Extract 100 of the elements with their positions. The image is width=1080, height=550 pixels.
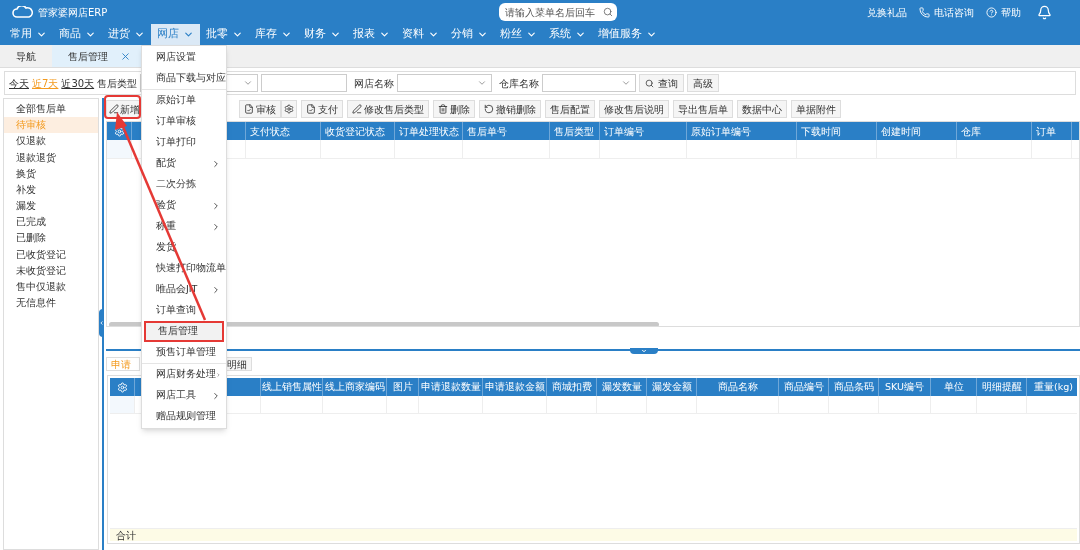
main-menu-item[interactable]: 分销 [445, 24, 494, 45]
chevron-down-icon [243, 78, 254, 88]
sidebar-item[interactable]: 补发 [4, 181, 98, 199]
header-link[interactable]: 兑换礼品 [867, 4, 907, 20]
chevron-down-icon [232, 29, 243, 40]
dropdown-item[interactable]: 验货 [142, 195, 226, 216]
document-check-icon [306, 104, 316, 114]
toolbar-button[interactable]: 售后配置 [545, 100, 595, 118]
column-header: 订单处理状态 [395, 122, 463, 140]
toolbar-button[interactable]: 数据中心 [737, 100, 787, 118]
app-logo-text: 管家婆网店ERP [38, 5, 108, 20]
search-icon [603, 7, 613, 17]
collapse-handle[interactable] [99, 309, 104, 337]
main-menu-item[interactable]: 增值服务 [592, 24, 663, 45]
main-menu-item[interactable]: 库存 [249, 24, 298, 45]
sidebar-item[interactable]: 漏发 [4, 198, 98, 215]
chevron-down-icon [183, 29, 194, 40]
sidebar-item[interactable]: 退款退货 [4, 149, 98, 166]
main-menu-item[interactable]: 财务 [298, 24, 347, 45]
dropdown-item[interactable]: 原始订单 [142, 90, 226, 111]
chevron-down-icon [646, 29, 657, 40]
dropdown-item[interactable]: 配货 [142, 153, 226, 174]
chevron-down-icon [379, 29, 390, 40]
filter-button[interactable]: 查询 [639, 74, 685, 92]
header-link[interactable]: 电话咨询 [919, 4, 974, 20]
pencil-icon [352, 104, 362, 114]
main-menu-item[interactable]: 商品 [53, 24, 102, 45]
chevron-down-icon [477, 29, 488, 40]
notification-bell-icon[interactable] [1037, 4, 1052, 20]
toolbar-button[interactable]: 删除 [433, 100, 475, 118]
sidebar-item[interactable]: 全部售后单 [4, 101, 98, 118]
cloud-logo-icon [12, 6, 34, 18]
header-link[interactable]: 帮助 [986, 4, 1021, 20]
sidebar-item[interactable]: 已完成 [4, 214, 98, 231]
column-header: 申请退款数量 [419, 378, 483, 396]
filter-field[interactable] [261, 74, 348, 92]
chevron-down-icon [36, 29, 47, 40]
column-header: 订单编号 [600, 122, 687, 140]
column-header: 漏发数量 [597, 378, 647, 396]
close-icon[interactable] [120, 50, 131, 62]
dropdown-item[interactable]: 商品下载与对应 [142, 68, 226, 89]
toolbar-button[interactable]: 修改售后说明 [599, 100, 669, 118]
filter-button[interactable]: 高级 [687, 74, 720, 92]
date-range-link[interactable]: 近30天 [61, 75, 95, 91]
toolbar-button[interactable]: 单据附件 [791, 100, 841, 118]
sidebar-item[interactable]: 未收货登记 [4, 262, 98, 280]
help-icon [986, 6, 997, 18]
sidebar-item[interactable]: 仅退款 [4, 133, 98, 150]
chevron-down-icon [281, 29, 292, 40]
main-menu-item[interactable]: 常用 [4, 24, 53, 45]
dropdown-item[interactable]: 订单审核 [142, 111, 226, 132]
main-menu-item[interactable]: 进货 [102, 24, 151, 45]
chevron-left-icon [99, 320, 104, 326]
page-tab[interactable]: 导航 [0, 45, 52, 67]
toolbar-button[interactable]: 审核 [239, 100, 281, 118]
column-header: 明细提醒 [977, 378, 1027, 396]
main-menu-item[interactable]: 资料 [396, 24, 445, 45]
main-menu-item[interactable]: 系统 [543, 24, 592, 45]
sidebar-item[interactable]: 换货 [4, 165, 98, 182]
main-menu-item[interactable]: 粉丝 [494, 24, 543, 45]
toolbar-button[interactable]: 撤销删除 [479, 100, 541, 118]
date-range-link[interactable]: 今天 [9, 75, 29, 91]
splitter-handle[interactable] [630, 348, 658, 354]
toolbar-button[interactable]: 支付 [301, 100, 343, 118]
chevron-down-icon [526, 29, 537, 40]
column-settings-icon[interactable] [113, 125, 125, 137]
main-menu-item[interactable]: 报表 [347, 24, 396, 45]
column-header: 线上商家编码 [323, 378, 387, 396]
filter-label: 仓库名称 [499, 76, 540, 91]
sidebar-item[interactable]: 售中仅退款 [4, 279, 98, 296]
column-header: 商城扣费 [547, 378, 597, 396]
document-check-icon [244, 104, 254, 114]
toolbar-button[interactable]: 修改售后类型 [347, 100, 429, 118]
main-menu-item[interactable]: 网店 [151, 24, 200, 45]
dropdown-item[interactable]: 网店工具 [142, 385, 226, 406]
pencil-icon [109, 104, 119, 114]
search-icon [645, 78, 655, 88]
gear-icon [284, 104, 294, 114]
sidebar-item[interactable]: 已收货登记 [4, 246, 98, 263]
chevron-down-icon [575, 29, 586, 40]
column-header: SKU编号 [879, 378, 931, 396]
dropdown-item[interactable]: 订单查询 [142, 300, 226, 321]
menu-search-field[interactable]: 请输入菜单名后回车 [499, 3, 617, 21]
column-header: 图片 [387, 378, 419, 396]
dropdown-item[interactable]: 订单打印 [142, 132, 226, 153]
sidebar-item[interactable]: 已删除 [4, 230, 98, 247]
filter-label: 网店名称 [354, 76, 395, 91]
settings-button[interactable] [281, 100, 297, 118]
dropdown-item[interactable]: 二次分拣 [142, 174, 226, 195]
column-header: 商品名称 [697, 378, 779, 396]
column-settings-icon[interactable] [116, 381, 128, 393]
dropdown-item[interactable]: 售后管理 [144, 321, 224, 342]
dropdown-item[interactable]: 赠品规则管理 [142, 406, 226, 427]
column-header: 重量(kg) [1027, 378, 1080, 396]
chevron-down-icon [621, 78, 632, 88]
column-header: 线上销售属性 [261, 378, 323, 396]
sidebar-item[interactable]: 无信息件 [4, 295, 98, 312]
main-menu-item[interactable]: 批零 [200, 24, 249, 45]
column-header: 售后单号 [463, 122, 550, 140]
toolbar-button[interactable]: 导出售后单 [673, 100, 733, 118]
